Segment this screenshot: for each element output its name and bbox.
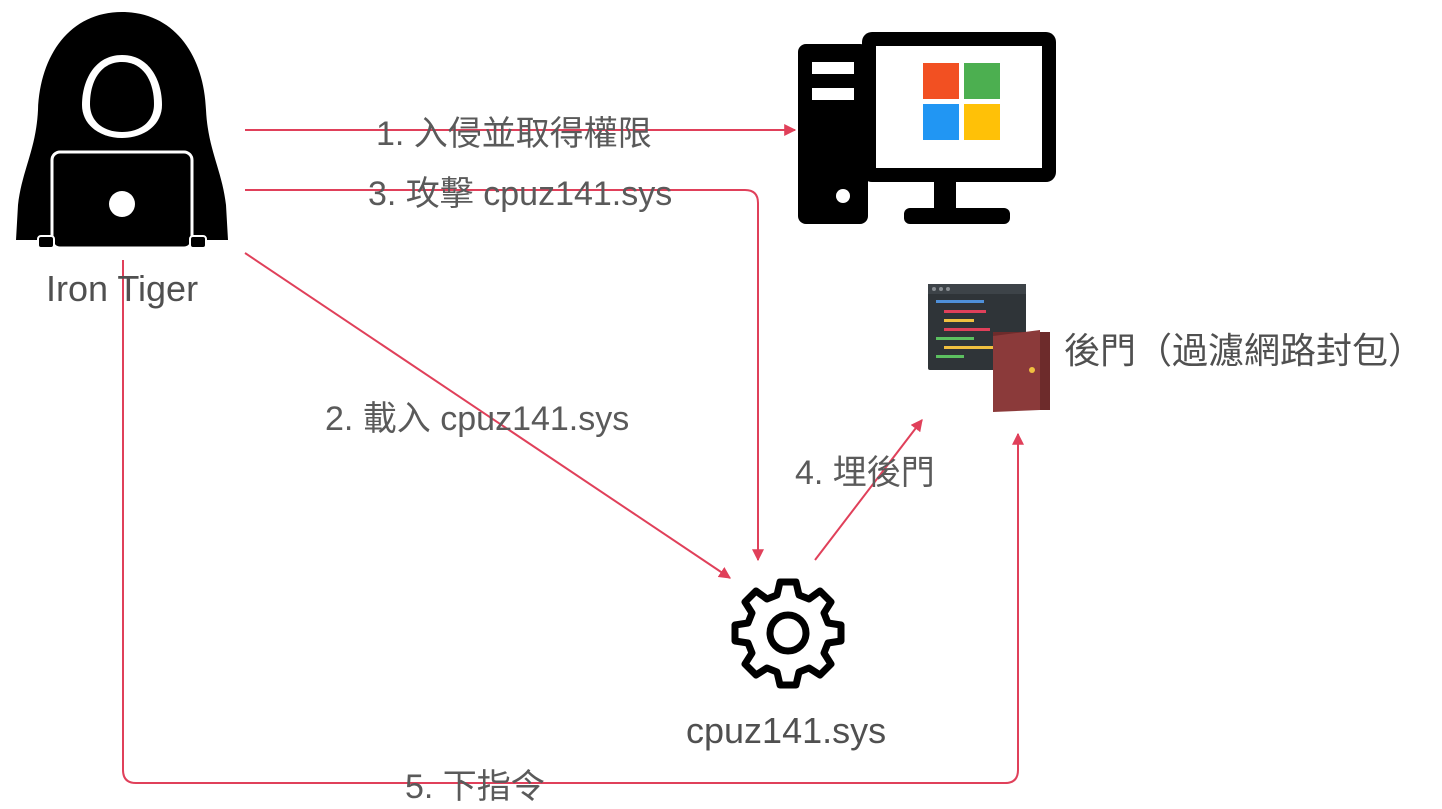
driver-label: cpuz141.sys: [686, 710, 886, 751]
attack-flow-diagram: 1. 入侵並取得權限 3. 攻擊 cpuz141.sys 2. 載入 cpuz1…: [16, 12, 1424, 806]
backdoor-label: 後門（過濾網路封包）: [1064, 330, 1424, 371]
edge-step5: [122, 260, 1024, 784]
edge-label-step2: 2. 載入 cpuz141.sys: [325, 400, 629, 438]
gear-icon: [731, 578, 845, 689]
edge-label-step4: 4. 埋後門: [795, 454, 935, 492]
hooded-hacker-icon: [16, 12, 228, 250]
attacker-label: Iron Tiger: [46, 268, 198, 309]
edge-label-step3: 3. 攻擊 cpuz141.sys: [368, 175, 672, 213]
edge-step3: [245, 189, 764, 562]
desktop-computer-icon: [798, 32, 1056, 224]
code-door-icon: [928, 284, 1050, 412]
diagram-canvas: 1. 入侵並取得權限 3. 攻擊 cpuz141.sys 2. 載入 cpuz1…: [0, 0, 1442, 809]
edge-label-step1: 1. 入侵並取得權限: [376, 115, 652, 153]
edge-label-step5: 5. 下指令: [405, 768, 545, 806]
